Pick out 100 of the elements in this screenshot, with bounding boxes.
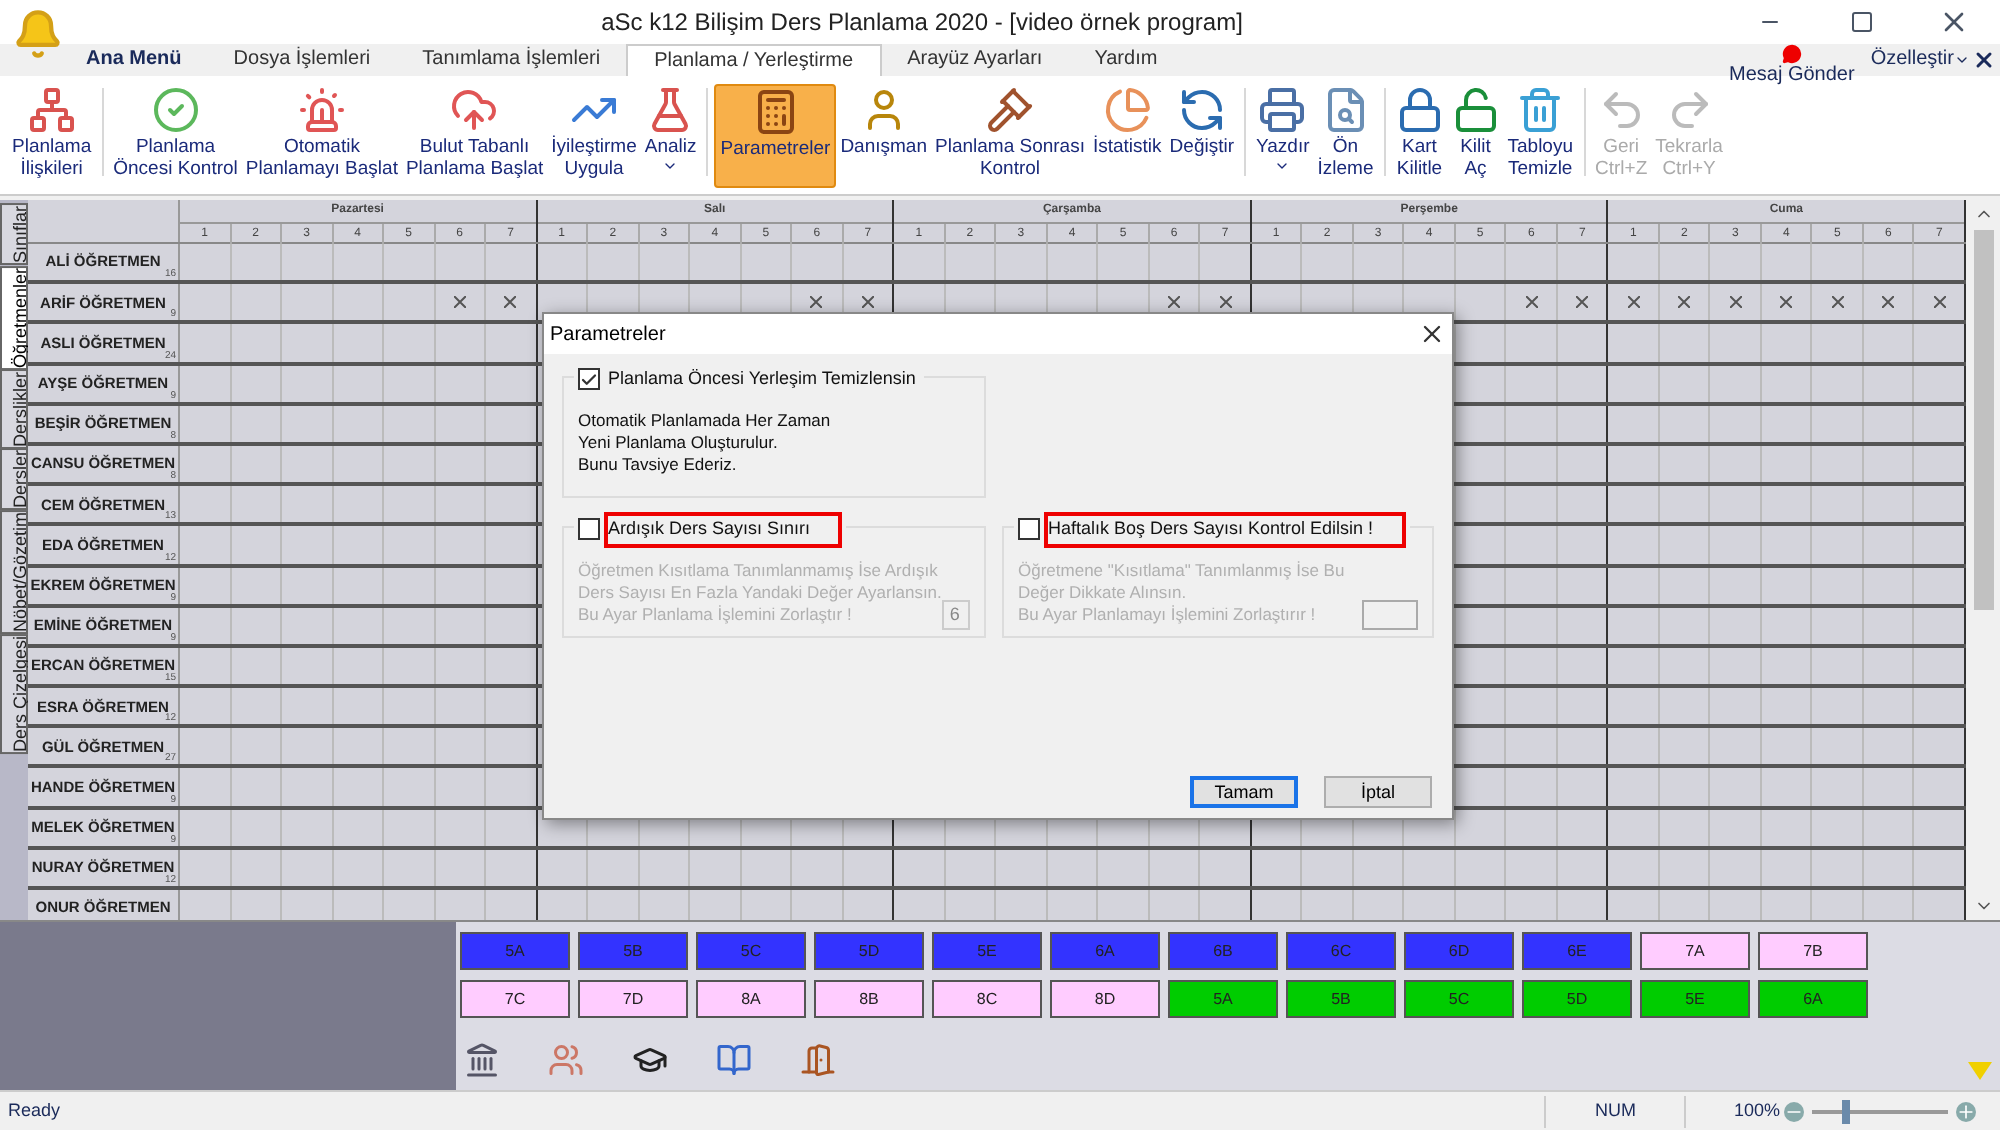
class-card[interactable]: 8D — [1050, 980, 1160, 1018]
checkbox[interactable] — [1018, 518, 1040, 541]
ribbon-button[interactable]: Değiştir — [1165, 84, 1238, 188]
maximize-icon — [1850, 10, 1874, 34]
class-card[interactable]: 5B — [1286, 980, 1396, 1018]
description-text: Öğretmen Kısıtlama Tanımlanmamış İse Ardışık Ders Sayısı En Fazla Yandaki Değer Ayarlansın. Bu Ayar Planlama İşlemini Zorlaştır ! — [578, 559, 942, 625]
trash-icon — [1516, 86, 1565, 134]
description-text: Öğretmene "Kısıtlama" Tanımlanmış İse Bu Değer Dikkate Alınsın. Bu Ayar Planlamayı İşlemini Zorlaştırır ! — [1018, 559, 1345, 625]
scrollbar-thumb[interactable] — [1973, 230, 1993, 610]
checkbox[interactable] — [578, 518, 600, 541]
cross-mark-icon — [453, 296, 466, 309]
ribbon-tab[interactable]: Tanımlama İşlemleri — [396, 44, 627, 76]
ribbon-button[interactable]: Kilit Aç — [1447, 84, 1504, 188]
cloud-icon — [450, 86, 499, 134]
swap-icon — [1177, 86, 1226, 134]
class-card[interactable]: 6A — [1758, 980, 1868, 1018]
zoom-slider-thumb[interactable] — [1842, 1099, 1850, 1123]
checkbox[interactable] — [578, 368, 600, 391]
class-card[interactable]: 5E — [1640, 980, 1750, 1018]
cross-mark-icon — [1780, 296, 1793, 309]
description-text: Otomatik Planlamada Her Zaman Yeni Planlama Oluşturulur. Bunu Tavsiye Ederiz. — [578, 409, 831, 475]
ribbon-button[interactable]: Danışman — [836, 84, 931, 188]
cross-mark-icon — [1729, 296, 1742, 309]
message-icon — [1781, 44, 1802, 64]
class-card[interactable]: 7D — [578, 980, 688, 1018]
side-tab[interactable]: Nöbet/Gözetim — [0, 510, 28, 635]
siren-icon — [297, 86, 346, 134]
cross-mark-icon — [1678, 296, 1691, 309]
class-card[interactable]: 8A — [696, 980, 806, 1018]
class-card[interactable]: 8B — [814, 980, 924, 1018]
dialog-title: Parametreler — [550, 321, 666, 349]
unlock-icon — [1451, 86, 1500, 134]
side-tab[interactable]: Sınıflar — [0, 204, 28, 266]
cross-mark-icon — [1882, 296, 1895, 309]
ribbon-tab[interactable]: Planlama / Yerleştirme — [626, 44, 882, 76]
status-text: Ready — [8, 1097, 61, 1124]
door-icon[interactable] — [800, 1042, 836, 1078]
class-card[interactable]: 7A — [1640, 932, 1750, 970]
side-tab[interactable]: Ders Çizelgesi — [0, 634, 28, 755]
lock-icon — [1395, 86, 1444, 134]
checkbox-label[interactable]: Ardışık Ders Sayısı Sınırı — [604, 512, 843, 547]
ribbon-tab[interactable]: Yardım — [1068, 44, 1184, 76]
ribbon-button[interactable]: İstatistik — [1088, 84, 1166, 188]
ribbon-tab[interactable]: Dosya İşlemleri — [207, 44, 397, 76]
ribbon-button[interactable]: Parametreler — [714, 84, 837, 188]
class-card[interactable]: 7B — [1758, 932, 1868, 970]
send-message-button[interactable]: Mesaj Gönder — [1729, 44, 1855, 86]
side-tab[interactable]: Derslikler — [0, 369, 28, 449]
ribbon-button[interactable]: Ön İzleme — [1313, 84, 1378, 188]
ribbon-button[interactable]: İyileştirme Uygula — [547, 84, 641, 188]
zoom-slider[interactable] — [1808, 1099, 1952, 1123]
checkbox-label[interactable]: Haftalık Boş Ders Sayısı Kontrol Edilsin ! — [1044, 512, 1406, 547]
close-icon[interactable] — [1418, 320, 1446, 348]
ribbon-button[interactable]: Analiz — [640, 84, 701, 188]
network-icon — [27, 86, 76, 134]
cross-mark-icon — [1576, 296, 1589, 309]
cross-mark-icon — [504, 296, 517, 309]
checkbox-label[interactable]: Planlama Öncesi Yerleşim Temizlensin — [604, 362, 920, 397]
dialog-button[interactable]: Tamam — [1190, 776, 1298, 808]
check-circle-icon — [151, 86, 200, 134]
ribbon-button[interactable]: Planlama İlişkileri — [8, 84, 96, 188]
caret-icon — [1954, 52, 1970, 68]
side-tab[interactable]: Öğretmenler — [0, 265, 28, 370]
graduation-cap-icon[interactable] — [632, 1042, 668, 1078]
ribbon-button[interactable]: Tabloyu Temizle — [1503, 84, 1577, 188]
building-icon[interactable] — [464, 1042, 500, 1078]
gavel-icon — [985, 86, 1034, 134]
cross-mark-icon — [1831, 296, 1844, 309]
window-title: aSc k12 Bilişim Ders Planlama 2020 - [video örnek program] — [601, 8, 1243, 36]
ribbon-button[interactable]: Kart Kilitle — [1391, 84, 1448, 188]
book-icon[interactable] — [716, 1042, 752, 1078]
ribbon-button[interactable]: Yazdır — [1252, 84, 1314, 188]
ribbon-button[interactable]: Planlama Öncesi Kontrol — [109, 84, 242, 188]
class-card[interactable]: 8C — [932, 980, 1042, 1018]
cross-mark-icon — [1627, 296, 1640, 309]
customize-menu[interactable]: Özelleştir — [1870, 44, 1970, 76]
cross-mark-icon — [810, 296, 823, 309]
caret-icon — [662, 158, 679, 174]
side-tab[interactable]: Dersler — [0, 448, 28, 511]
printer-icon — [1258, 86, 1307, 134]
close-icon[interactable] — [1972, 48, 1996, 72]
class-card[interactable]: 7C — [460, 980, 570, 1018]
cross-mark-icon — [1168, 296, 1181, 309]
class-card[interactable]: 5A — [1168, 980, 1278, 1018]
number-field[interactable] — [1362, 599, 1418, 629]
cross-mark-icon — [1525, 296, 1538, 309]
cross-mark-icon — [1219, 296, 1232, 309]
ribbon-button[interactable]: Otomatik Planlamayı Başlat — [241, 84, 402, 188]
ribbon-tab[interactable]: Arayüz Ayarları — [881, 44, 1069, 76]
cross-mark-icon — [861, 296, 874, 309]
num-lock-indicator: NUM — [1594, 1097, 1636, 1124]
zoom-percentage: 100% — [1733, 1097, 1780, 1124]
class-card[interactable]: 5D — [1522, 980, 1632, 1018]
ribbon-button[interactable]: Planlama Sonrası Kontrol — [931, 84, 1089, 188]
ribbon-button[interactable]: Bulut Tabanlı Planlama Başlat — [401, 84, 548, 188]
pie-chart-icon — [1103, 86, 1152, 134]
main-menu-tab[interactable]: Ana Menü — [60, 44, 208, 76]
dialog-button[interactable]: İptal — [1324, 776, 1432, 808]
class-card[interactable]: 5C — [1404, 980, 1514, 1018]
caret-icon — [1274, 158, 1291, 174]
